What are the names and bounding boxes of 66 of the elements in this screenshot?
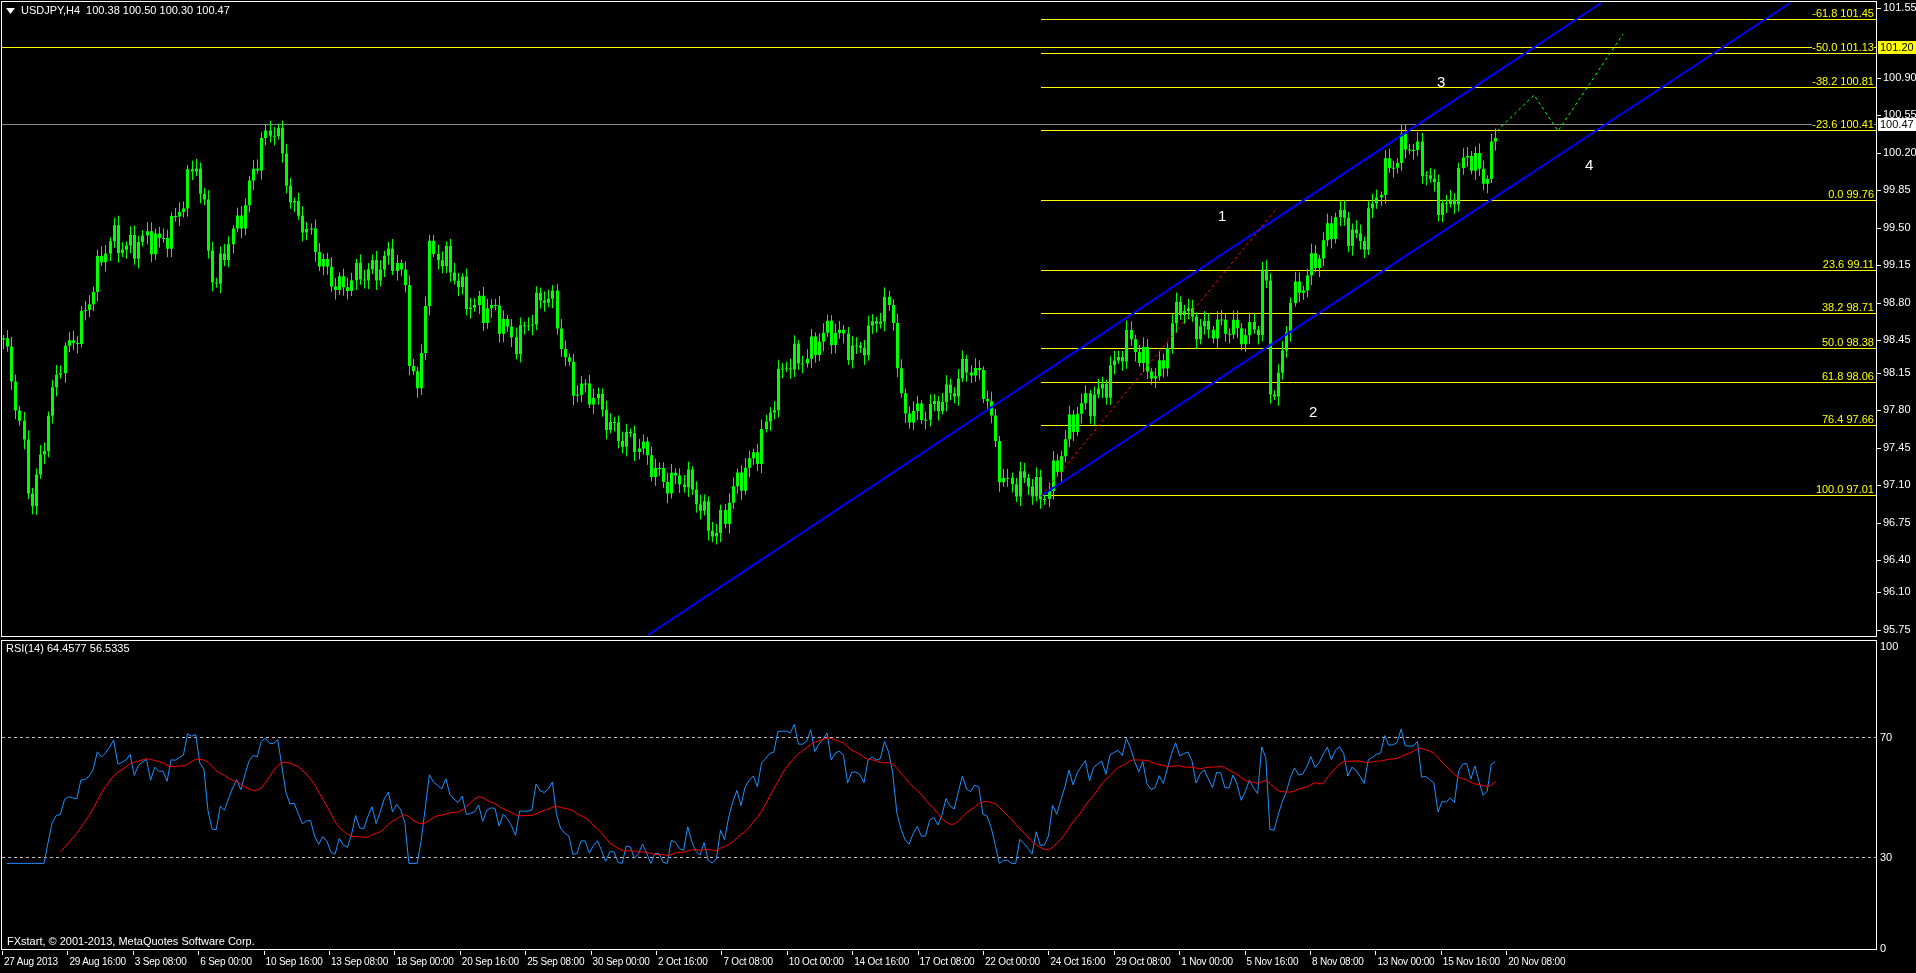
rsi-axis-label: 0	[1880, 943, 1887, 954]
time-axis-label: 13 Sep 08:00	[331, 957, 389, 967]
price-axis-label: 97.45	[1883, 441, 1911, 453]
dropdown-triangle-icon[interactable]	[6, 7, 15, 14]
price-axis-label: 97.80	[1883, 404, 1911, 416]
price-axis-label: 96.75	[1883, 516, 1911, 528]
fib-level-label: -38.2 100.81	[1812, 75, 1874, 87]
fib-level-label: -23.6 100.41	[1812, 118, 1874, 130]
time-axis-label: 20 Sep 16:00	[461, 957, 519, 967]
time-axis-label: 6 Sep 00:00	[200, 957, 252, 967]
wave-label: 2	[1309, 404, 1318, 419]
price-axis-label: 97.10	[1883, 479, 1911, 491]
time-axis-label: 13 Nov 00:00	[1377, 957, 1435, 967]
price-axis-label: 99.50	[1883, 221, 1911, 233]
time-axis-label: 10 Sep 16:00	[265, 957, 323, 967]
time-axis-label: 25 Sep 08:00	[527, 957, 585, 967]
time-axis-label: 29 Oct 08:00	[1115, 957, 1171, 967]
fib-level-label: 38.2 98.71	[1822, 301, 1874, 313]
price-axis-label: 100.90	[1883, 71, 1916, 83]
time-axis-label: 22 Oct 00:00	[985, 957, 1040, 967]
time-axis-label: 15 Nov 16:00	[1442, 957, 1500, 967]
indicator-title: RSI(14) 64.4577 56.5335	[6, 643, 130, 654]
time-axis-label: 20 Nov 08:00	[1508, 957, 1566, 967]
fib-level-label: 0.0 99.76	[1828, 188, 1874, 200]
fib-level-label: 76.4 97.66	[1822, 413, 1874, 425]
fib-level-label: -61.8 101.45	[1812, 7, 1874, 19]
wave-label: 4	[1585, 157, 1594, 172]
price-axis-label: 98.80	[1883, 296, 1911, 308]
price-axis-label: 95.75	[1883, 624, 1911, 635]
time-axis-label: 18 Sep 00:00	[396, 957, 454, 967]
time-axis-label: 29 Aug 16:00	[69, 957, 126, 967]
time-axis-label: 27 Aug 2013	[4, 957, 58, 967]
copyright-text: FXstart, © 2001-2013, MetaQuotes Software Corp.	[7, 936, 255, 947]
fib-level-label: 23.6 99.11	[1822, 258, 1874, 270]
wave-label: 3	[1437, 74, 1446, 89]
time-axis-label: 24 Oct 16:00	[1050, 957, 1106, 967]
rsi-axis-label: 70	[1880, 731, 1893, 743]
fib-level-label: -50.0 101.13	[1812, 41, 1874, 53]
time-axis-label: 3 Sep 08:00	[134, 957, 187, 967]
rsi-axis-label: 30	[1880, 852, 1893, 864]
fib-level-label: 61.8 98.06	[1822, 370, 1874, 382]
time-axis-label: 1 Nov 00:00	[1181, 957, 1233, 967]
price-axis-label: 99.85	[1883, 184, 1911, 196]
price-axis-label: 96.40	[1883, 554, 1911, 566]
ohlc-values: 100.38 100.50 100.30 100.47	[86, 5, 230, 16]
time-axis-label: 8 Nov 08:00	[1312, 957, 1364, 967]
fib-level-label: 50.0 98.38	[1822, 336, 1874, 348]
chart-symbol: USDJPY,H4	[21, 5, 81, 16]
time-axis-label: 7 Oct 08:00	[723, 957, 773, 967]
time-axis-label: 5 Nov 16:00	[1246, 957, 1299, 967]
price-axis-label: 99.15	[1883, 259, 1911, 271]
wave-label: 1	[1218, 208, 1227, 223]
bid-price-tag: 100.47	[1878, 117, 1916, 131]
time-axis-label: 10 Oct 00:00	[788, 957, 844, 967]
price-level-tag: 101.20	[1878, 40, 1916, 54]
time-axis-label: 2 Oct 16:00	[658, 957, 708, 967]
price-axis-label: 100.20	[1883, 146, 1916, 158]
price-axis-label: 98.45	[1883, 334, 1911, 346]
price-axis-label: 96.10	[1883, 586, 1911, 598]
fib-level-label: 100.0 97.01	[1815, 483, 1874, 495]
time-axis-label: 14 Oct 16:00	[854, 957, 910, 967]
price-axis-label: 98.15	[1883, 366, 1911, 378]
price-axis-label: 101.55	[1883, 2, 1916, 13]
time-axis-label: 30 Sep 00:00	[592, 957, 650, 967]
time-axis-label: 17 Oct 08:00	[919, 957, 975, 967]
rsi-axis-label: 100	[1880, 641, 1899, 652]
